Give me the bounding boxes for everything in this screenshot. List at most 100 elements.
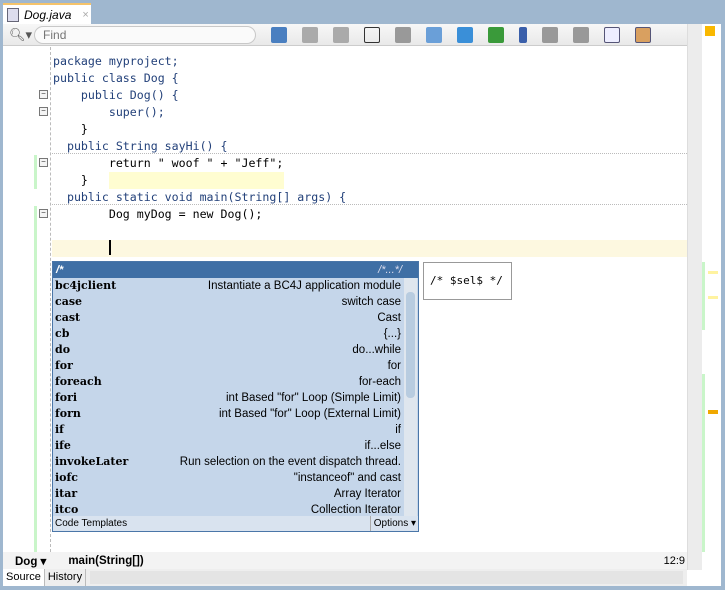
- code-line: super();: [53, 105, 165, 119]
- properties-icon[interactable]: [604, 26, 621, 43]
- return-highlight: [109, 172, 284, 189]
- fold-icon[interactable]: −: [39, 158, 48, 167]
- code-line: public static void main(String[] args) {: [53, 190, 347, 204]
- code-templates-label: Code Templates: [55, 518, 128, 529]
- code-line: }: [53, 122, 88, 136]
- template-description: switch case: [341, 296, 401, 308]
- toggle-bookmark-icon[interactable]: [271, 26, 288, 43]
- next-bookmark-icon[interactable]: [542, 26, 559, 43]
- template-abbreviation: case: [55, 295, 83, 308]
- template-description: do...while: [352, 344, 401, 356]
- layout-icon[interactable]: [635, 26, 652, 43]
- template-item[interactable]: bc4jclient Instantiate a BC4J application…: [53, 278, 418, 294]
- find-input[interactable]: [34, 25, 257, 44]
- occurrence-mark[interactable]: [708, 271, 718, 274]
- previous-bookmark-icon[interactable]: [573, 26, 590, 43]
- template-description: for-each: [358, 376, 401, 388]
- template-description: "instanceof" and cast: [293, 472, 401, 484]
- tab-history[interactable]: History: [45, 569, 87, 586]
- shift-right-icon[interactable]: [457, 26, 474, 43]
- comment-icon[interactable]: [488, 26, 505, 43]
- java-file-icon: [7, 7, 19, 22]
- template-item[interactable]: fori int Based "for" Loop (Simple Limit): [53, 390, 418, 406]
- error-stripe: [702, 24, 721, 570]
- view-tabs: Source History: [3, 569, 687, 586]
- template-abbreviation: iofc: [55, 471, 78, 484]
- find-box: 🔍︎▾: [9, 25, 257, 44]
- template-item[interactable]: iofc "instanceof" and cast: [53, 470, 418, 486]
- popup-header: /* /*...*/: [53, 262, 418, 278]
- template-abbreviation: do: [55, 343, 71, 356]
- tab-source[interactable]: Source: [3, 569, 45, 586]
- template-description: if...else: [364, 440, 401, 452]
- template-item[interactable]: do do...while: [53, 342, 418, 358]
- braces-icon[interactable]: [364, 26, 381, 43]
- template-description: Run selection on the event dispatch thre…: [179, 456, 401, 468]
- shift-left-icon[interactable]: [426, 26, 443, 43]
- tab-title: Dog.java: [24, 7, 72, 22]
- template-item[interactable]: forn int Based "for" Loop (External Limit…: [53, 406, 418, 422]
- code-line: package myproject;: [53, 54, 179, 68]
- template-item[interactable]: cb {...}: [53, 326, 418, 342]
- change-marker: [34, 206, 37, 552]
- template-item[interactable]: itar Array Iterator: [53, 486, 418, 502]
- breadcrumb: Dog ▾ main(String[]) 12:9: [3, 552, 687, 569]
- template-abbreviation: if: [55, 423, 64, 436]
- bookmark-icon[interactable]: [519, 26, 528, 43]
- breadcrumb-method[interactable]: main(String[]): [56, 555, 153, 567]
- typed-prefix: /*: [56, 264, 64, 276]
- template-item[interactable]: ife if...else: [53, 438, 418, 454]
- status-marker-icon[interactable]: [705, 26, 715, 36]
- template-abbreviation: invokeLater: [55, 455, 129, 468]
- fold-icon[interactable]: −: [39, 107, 48, 116]
- caret-position: 12:9: [663, 554, 685, 567]
- template-abbreviation: cb: [55, 327, 70, 340]
- template-preview: /* $sel$ */: [423, 262, 512, 300]
- breadcrumb-class[interactable]: Dog ▾: [3, 554, 56, 568]
- line-gutter: [3, 47, 51, 552]
- template-description: int Based "for" Loop (Simple Limit): [226, 392, 401, 404]
- template-abbreviation: for: [55, 359, 73, 372]
- code-template-popup[interactable]: /* /*...*/ bc4jclient Instantiate a BC4J a…: [52, 261, 419, 532]
- template-description: for: [387, 360, 401, 372]
- previous-edit-icon[interactable]: [302, 26, 319, 43]
- scroll-thumb[interactable]: [406, 292, 415, 398]
- template-item[interactable]: cast Cast: [53, 310, 418, 326]
- caret-mark[interactable]: [708, 410, 718, 414]
- template-abbreviation: foreach: [55, 375, 102, 388]
- popup-scrollbar[interactable]: [404, 278, 417, 517]
- text-caret: [109, 240, 111, 255]
- template-item[interactable]: foreach for-each: [53, 374, 418, 390]
- template-item[interactable]: case switch case: [53, 294, 418, 310]
- format-icon[interactable]: [395, 26, 412, 43]
- next-edit-icon[interactable]: [333, 26, 350, 43]
- change-stripe: [702, 262, 705, 330]
- template-item[interactable]: invokeLater Run selection on the event di…: [53, 454, 418, 470]
- template-item[interactable]: if if: [53, 422, 418, 438]
- template-abbreviation: forn: [55, 407, 81, 420]
- code-editor[interactable]: package myproject; public class Dog { pub…: [53, 53, 346, 223]
- code-line: public class Dog {: [53, 71, 179, 85]
- fold-icon[interactable]: −: [39, 209, 48, 218]
- editor-tab-dog-java[interactable]: Dog.java ×: [3, 3, 91, 24]
- occurrence-mark[interactable]: [708, 296, 718, 299]
- code-line: Dog myDog = new Dog();: [53, 207, 263, 221]
- close-tab-icon[interactable]: ×: [82, 9, 88, 21]
- editor-toolbar: 🔍︎▾: [3, 24, 687, 46]
- change-stripe: [702, 374, 705, 552]
- template-description: {...}: [383, 328, 401, 340]
- template-item[interactable]: for for: [53, 358, 418, 374]
- template-description: Instantiate a BC4J application module: [207, 280, 401, 292]
- vertical-scrollbar[interactable]: [687, 24, 702, 570]
- current-line: [52, 240, 687, 257]
- template-abbreviation: bc4jclient: [55, 279, 117, 292]
- template-abbreviation: fori: [55, 391, 78, 404]
- search-icon[interactable]: 🔍︎▾: [9, 27, 32, 43]
- options-button[interactable]: Options ▾: [369, 516, 418, 531]
- template-description: Cast: [377, 312, 401, 324]
- horizontal-scrollbar[interactable]: [90, 571, 683, 584]
- code-line: public Dog() {: [53, 88, 179, 102]
- fold-icon[interactable]: −: [39, 90, 48, 99]
- template-abbreviation: cast: [55, 311, 81, 324]
- template-abbreviation: itar: [55, 487, 78, 500]
